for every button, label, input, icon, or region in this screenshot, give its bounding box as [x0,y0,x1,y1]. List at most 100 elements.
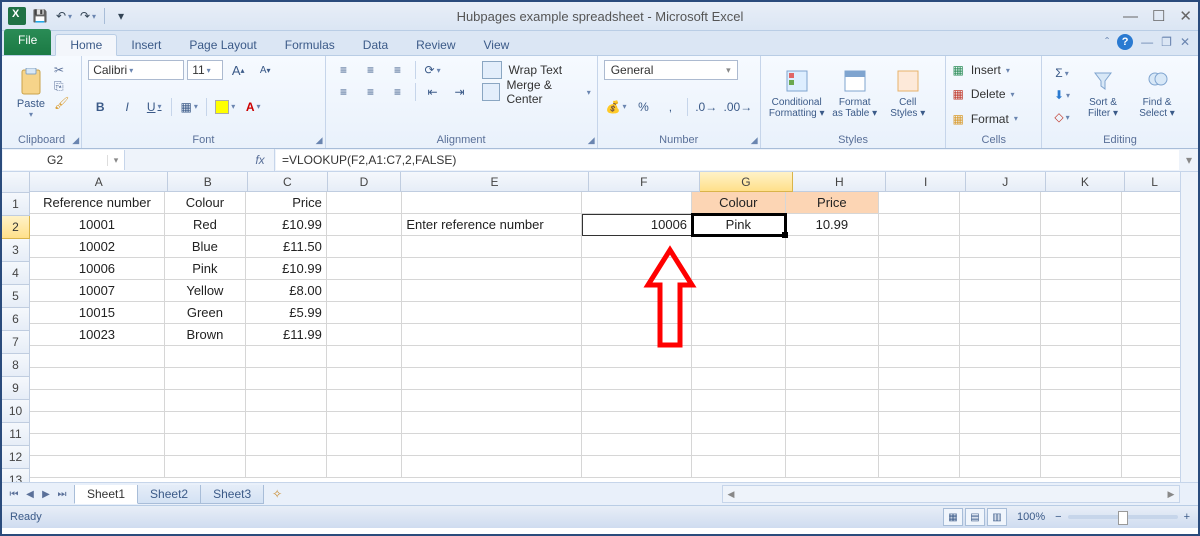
cell-J6[interactable] [960,302,1041,324]
cell-G4[interactable] [692,258,786,280]
cell-F2[interactable]: 10006 [582,214,692,236]
cell-L2[interactable] [1122,214,1180,236]
cell-C1[interactable]: Price [246,192,327,214]
cell-F5[interactable] [582,280,692,302]
cell-C8[interactable] [246,346,327,368]
cell-H7[interactable] [786,324,880,346]
cell-A13[interactable] [30,456,165,478]
dialog-launcher-icon[interactable]: ◢ [588,135,595,146]
cell-H12[interactable] [786,434,880,456]
cell-B9[interactable] [165,368,246,390]
cell-A4[interactable]: 10006 [30,258,165,280]
page-break-view-button[interactable]: ▥ [987,508,1007,526]
cell-H8[interactable] [786,346,880,368]
row-header-11[interactable]: 11 [2,423,30,446]
new-sheet-button[interactable]: ✧ [267,487,287,501]
italic-button[interactable]: I [115,97,139,117]
cell-D7[interactable] [327,324,403,346]
qat-customize-button[interactable]: ▾ [111,6,131,26]
font-color-button[interactable]: A [241,97,265,117]
cell-L10[interactable] [1122,390,1180,412]
cell-I11[interactable] [879,412,960,434]
cell-A8[interactable] [30,346,165,368]
fill-button[interactable]: ⬇ [1048,85,1076,105]
row-header-6[interactable]: 6 [2,308,30,331]
grid-cells[interactable]: ABCDEFGHIJKL Reference numberColourPrice… [30,172,1180,482]
delete-cells-button[interactable]: ▦Delete [952,83,1035,105]
column-header-J[interactable]: J [966,172,1046,192]
cell-L6[interactable] [1122,302,1180,324]
increase-decimal-button[interactable]: .0→ [693,97,719,117]
cell-H5[interactable] [786,280,880,302]
sheet-tab-sheet2[interactable]: Sheet2 [137,485,201,504]
comma-format-button[interactable]: , [658,97,682,117]
row-header-5[interactable]: 5 [2,285,30,308]
cell-E7[interactable] [402,324,582,346]
cell-H3[interactable] [786,236,880,258]
minimize-ribbon-icon[interactable]: ˆ [1105,35,1109,49]
cell-styles-button[interactable]: CellStyles ▾ [883,59,933,127]
dialog-launcher-icon[interactable]: ◢ [72,135,79,146]
cell-A6[interactable]: 10015 [30,302,165,324]
expand-formula-bar-button[interactable]: ▾ [1180,149,1198,171]
cell-A1[interactable]: Reference number [30,192,165,214]
border-button[interactable]: ▦ [177,97,201,117]
row-header-3[interactable]: 3 [2,239,30,262]
help-icon[interactable]: ? [1117,34,1133,50]
cell-E13[interactable] [402,456,582,478]
row-header-1[interactable]: 1 [2,193,30,216]
cut-icon[interactable]: ✂ [54,63,69,77]
cell-F8[interactable] [582,346,692,368]
cell-E9[interactable] [402,368,582,390]
cell-I9[interactable] [879,368,960,390]
row-header-12[interactable]: 12 [2,446,30,469]
cell-B7[interactable]: Brown [165,324,246,346]
cell-I13[interactable] [879,456,960,478]
cell-A7[interactable]: 10023 [30,324,165,346]
horizontal-scrollbar[interactable]: ◀ ▶ [722,485,1180,503]
cell-E11[interactable] [402,412,582,434]
tab-data[interactable]: Data [349,35,402,55]
cell-C7[interactable]: £11.99 [246,324,327,346]
cell-B4[interactable]: Pink [165,258,246,280]
cell-K11[interactable] [1041,412,1122,434]
redo-button[interactable]: ↷ [78,6,98,26]
cell-A9[interactable] [30,368,165,390]
minimize-button[interactable]: — [1123,8,1138,25]
cell-G7[interactable] [692,324,786,346]
cell-G9[interactable] [692,368,786,390]
align-top-button[interactable]: ≡ [332,60,356,80]
align-center-button[interactable]: ≡ [359,82,383,102]
cell-F1[interactable] [582,192,692,214]
cell-I8[interactable] [879,346,960,368]
cell-C3[interactable]: £11.50 [246,236,327,258]
orientation-button[interactable]: ⟳ [421,60,445,80]
cell-H4[interactable] [786,258,880,280]
cell-A2[interactable]: 10001 [30,214,165,236]
cell-E2[interactable]: Enter reference number [402,214,582,236]
cell-B8[interactable] [165,346,246,368]
cell-K2[interactable] [1041,214,1122,236]
fill-color-button[interactable] [212,97,238,117]
row-header-7[interactable]: 7 [2,331,30,354]
cell-D10[interactable] [327,390,403,412]
cell-J12[interactable] [960,434,1041,456]
cell-H13[interactable] [786,456,880,478]
cell-C9[interactable] [246,368,327,390]
cell-D8[interactable] [327,346,403,368]
cell-A3[interactable]: 10002 [30,236,165,258]
cell-L9[interactable] [1122,368,1180,390]
cell-A10[interactable] [30,390,165,412]
cell-I7[interactable] [879,324,960,346]
cell-G11[interactable] [692,412,786,434]
cell-K6[interactable] [1041,302,1122,324]
cell-G1[interactable]: Colour [692,192,786,214]
window-minimize-icon[interactable]: — [1141,35,1153,49]
zoom-level[interactable]: 100% [1017,511,1045,523]
cell-F11[interactable] [582,412,692,434]
cell-C5[interactable]: £8.00 [246,280,327,302]
maximize-button[interactable]: ☐ [1152,7,1165,25]
cell-A12[interactable] [30,434,165,456]
increase-indent-button[interactable]: ⇥ [448,82,472,102]
scroll-right-button[interactable]: ▶ [1163,489,1179,500]
